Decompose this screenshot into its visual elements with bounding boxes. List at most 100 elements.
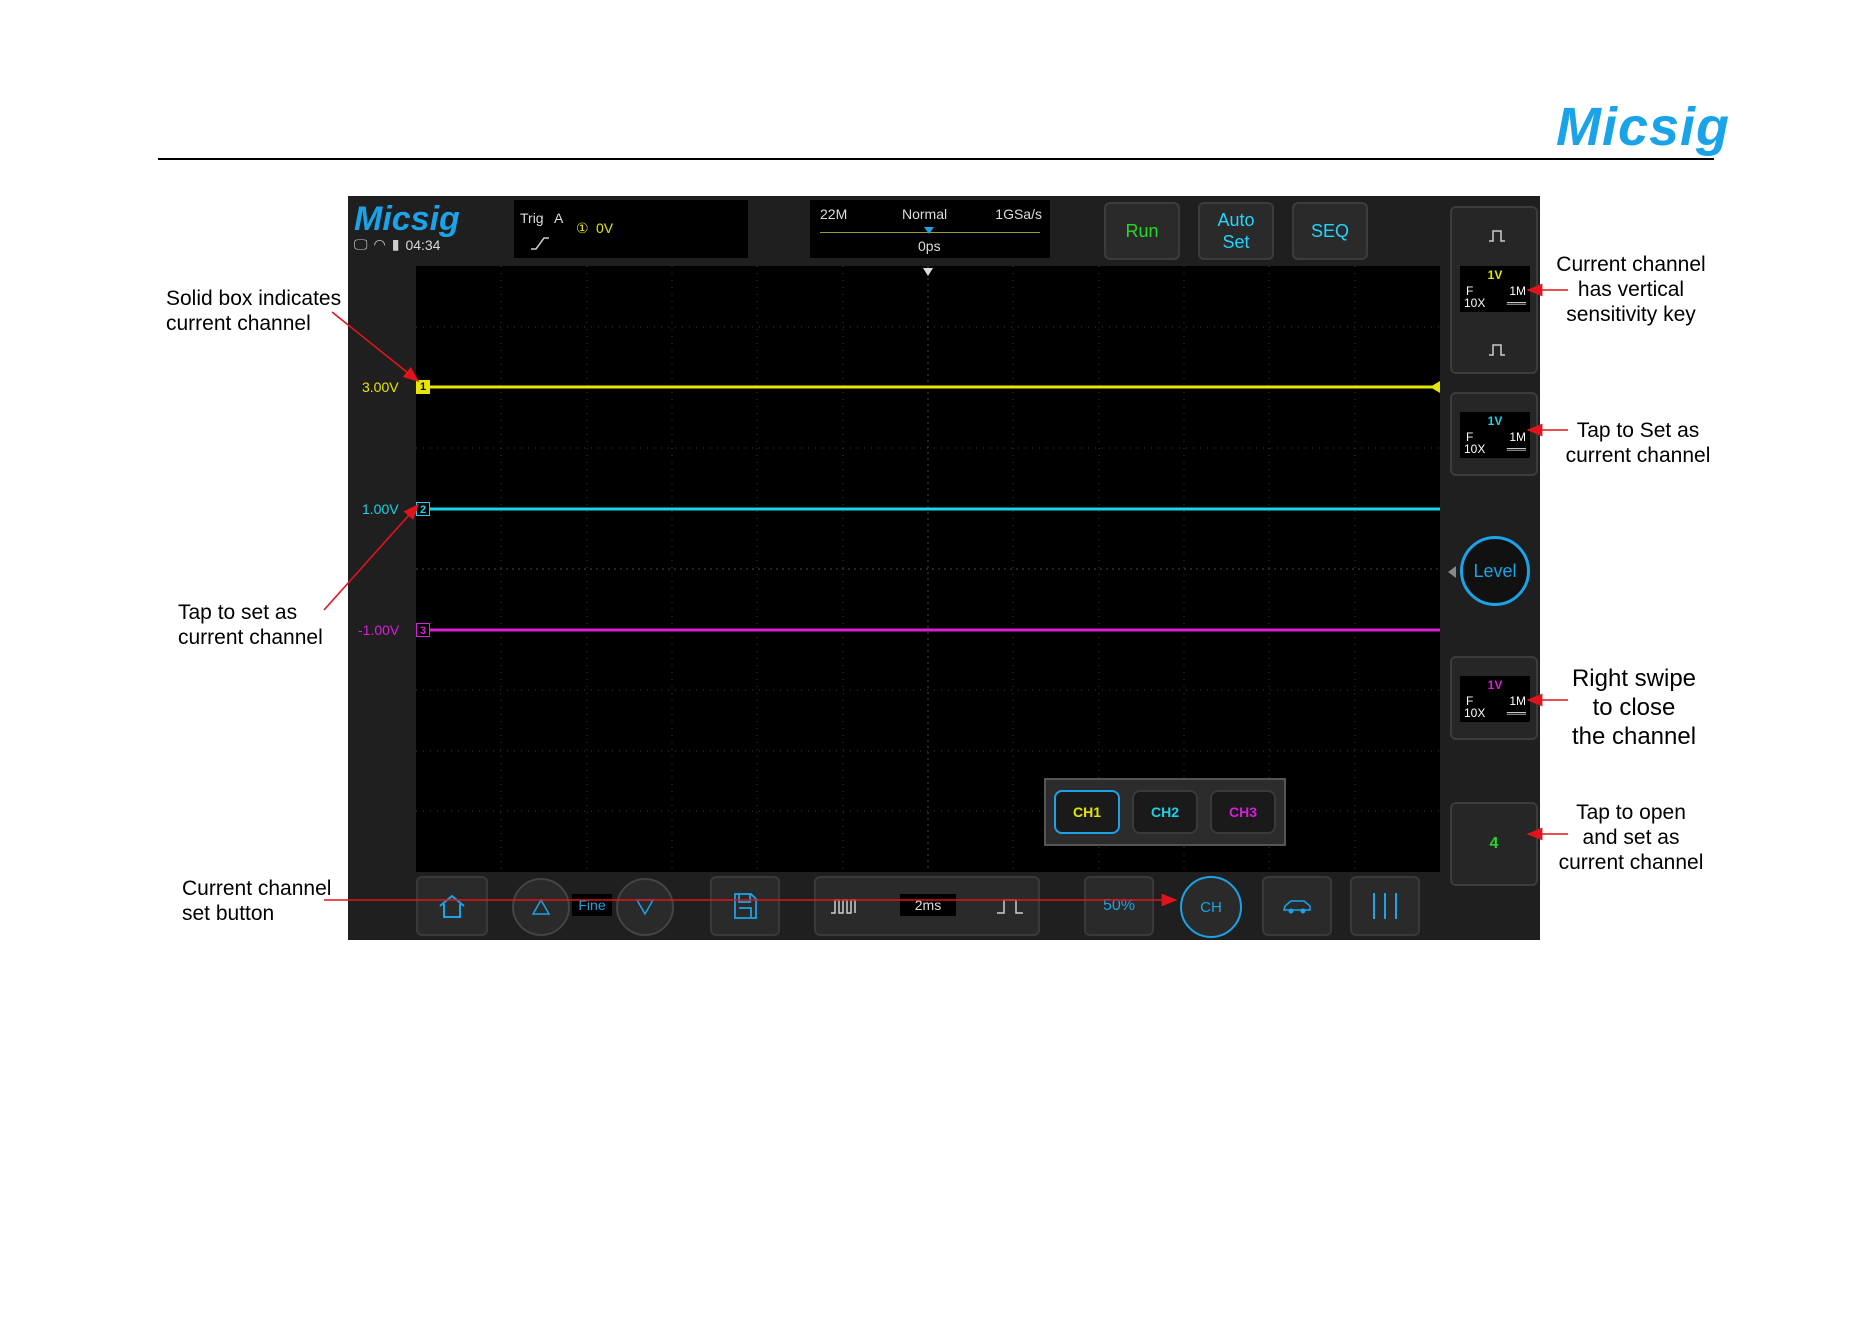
- ch3-offset-label: -1.00V: [358, 622, 400, 638]
- level-pointer-icon: [1448, 566, 1456, 578]
- ch2-sensitivity-key: 1V F 10X 1M ═══: [1460, 412, 1530, 458]
- level-button[interactable]: Level: [1460, 536, 1530, 606]
- annotation-tap-set-left-line2: current channel: [178, 626, 323, 649]
- ch3-probe: 10X: [1464, 706, 1486, 720]
- annotation-current-channel-button-line1: Current channel: [182, 877, 332, 900]
- annotation-solid-box-line2: current channel: [166, 312, 311, 335]
- memory-depth: 22M: [820, 206, 848, 222]
- ch1-probe: 10X: [1464, 296, 1486, 310]
- car-icon: [1283, 900, 1311, 914]
- ch1-offset-label: 3.00V: [362, 379, 399, 395]
- annotation-right-swipe-line2: to close: [1592, 694, 1676, 721]
- ch2-dc-icon: ═══: [1506, 444, 1526, 454]
- ch3-select-button[interactable]: CH3: [1210, 790, 1276, 834]
- cursor-button[interactable]: [1350, 876, 1420, 936]
- annotation-tap-open-line1: Tap to open: [1576, 801, 1686, 824]
- position-marker-icon: [924, 227, 934, 234]
- clock: 04:34: [405, 236, 441, 253]
- ch1-impedance: 1M: [1509, 284, 1526, 298]
- ch1-volts: 1V: [1487, 268, 1503, 282]
- ch3-vertical-key-button[interactable]: 1V F 10X 1M ═══: [1450, 656, 1538, 740]
- ch4-open-button[interactable]: 4: [1450, 802, 1538, 886]
- annotation-vertical-key: Current channel has vertical sensitivity…: [1546, 252, 1716, 327]
- annotation-right-swipe-line3: the channel: [1571, 723, 1697, 750]
- annotation-solid-box: Solid box indicates current channel: [166, 286, 341, 336]
- ch2-volts: 1V: [1487, 414, 1503, 428]
- trigger-panel[interactable]: Trig A ① 0V: [514, 200, 748, 258]
- seq-button[interactable]: SEQ: [1292, 202, 1368, 260]
- auto-set-button[interactable]: Auto Set: [1198, 202, 1274, 260]
- micsig-logo: Micsig: [1556, 97, 1731, 157]
- sample-rate: 1GSa/s: [995, 206, 1042, 222]
- annotation-tap-set-left: Tap to set as current channel: [178, 600, 323, 650]
- time-offset: 0ps: [918, 238, 941, 254]
- annotation-right-swipe: Right swipe to close the channel: [1560, 664, 1708, 751]
- wifi-icon: ◠: [373, 236, 386, 252]
- ch3-dc-icon: ═══: [1506, 708, 1526, 718]
- triangle-down-icon: [635, 899, 655, 916]
- status-bar: 🖵 ◠ ▮ 04:34: [354, 236, 440, 253]
- ch2-impedance: 1M: [1509, 430, 1526, 444]
- ch2-offset-label: 1.00V: [362, 501, 399, 517]
- ch3-marker-outline[interactable]: 3: [416, 623, 430, 637]
- auto-set-label-2: Set: [1222, 232, 1250, 252]
- waveform-grid[interactable]: [416, 266, 1440, 872]
- auto-set-label-1: Auto: [1217, 210, 1255, 230]
- ch1-dc-icon: ═══: [1506, 298, 1526, 308]
- trigger-label: Trig: [520, 210, 544, 226]
- annotation-vertical-key-line2: has vertical: [1577, 278, 1685, 301]
- trigger-channel-symbol: ①: [576, 220, 589, 236]
- scope-brand-logo: Micsig: [354, 200, 460, 238]
- annotation-tap-set-right-line2: current channel: [1565, 444, 1711, 467]
- ch2-vertical-key-button[interactable]: 1V F 10X 1M ═══: [1450, 392, 1538, 476]
- oscilloscope-screen: Micsig 🖵 ◠ ▮ 04:34 Trig A ① 0V 22M Norma…: [348, 196, 1540, 940]
- trigger-level: 0V: [596, 220, 614, 236]
- ch2-select-button[interactable]: CH2: [1132, 790, 1198, 834]
- channel-select-popup: CH1 CH2 CH3: [1044, 778, 1286, 846]
- save-icon: [734, 893, 757, 919]
- grid-lines: [416, 266, 1440, 872]
- pulse-down-icon: [1489, 344, 1505, 356]
- current-channel-set-button[interactable]: CH: [1180, 876, 1242, 938]
- annotation-tap-open: Tap to open and set as current channel: [1546, 800, 1716, 875]
- expand-waveform-icon[interactable]: [996, 898, 1024, 914]
- annotation-tap-set-left-line1: Tap to set as: [178, 601, 298, 624]
- trigger-source: A: [554, 210, 564, 226]
- triangle-up-icon: [531, 898, 551, 915]
- fine-toggle[interactable]: Fine: [572, 894, 612, 916]
- header-rule: [158, 158, 1714, 160]
- annotation-tap-open-line2: and set as: [1582, 826, 1680, 849]
- ch3-sensitivity-key: 1V F 10X 1M ═══: [1460, 676, 1530, 722]
- pulse-up-icon: [1489, 230, 1505, 242]
- cursor-lines-icon: [1373, 893, 1397, 919]
- home-button[interactable]: [416, 876, 488, 936]
- fifty-percent-button[interactable]: 50%: [1084, 876, 1154, 936]
- annotation-current-channel-button: Current channel set button: [182, 876, 331, 926]
- rising-edge-icon: [531, 237, 549, 250]
- monitor-icon: 🖵: [354, 236, 368, 252]
- ch1-marker-solid[interactable]: 1: [416, 380, 430, 394]
- save-button[interactable]: [710, 876, 780, 936]
- ch1-select-button[interactable]: CH1: [1054, 790, 1120, 834]
- acquire-mode: Normal: [902, 206, 948, 222]
- annotation-right-swipe-line1: Right swipe: [1571, 665, 1697, 692]
- ch2-marker-outline[interactable]: 2: [416, 502, 430, 516]
- ch1-sensitivity-key: 1V F 10X 1M ═══: [1460, 266, 1530, 312]
- annotation-current-channel-button-line2: set button: [182, 902, 275, 925]
- annotation-tap-open-line3: current channel: [1558, 851, 1704, 874]
- run-button[interactable]: Run: [1104, 202, 1180, 260]
- ch3-impedance: 1M: [1509, 694, 1526, 708]
- scale-down-button[interactable]: [616, 878, 674, 936]
- timebase-panel[interactable]: 22M Normal 1GSa/s 0ps: [810, 200, 1050, 258]
- annotation-vertical-key-line3: sensitivity key: [1566, 303, 1696, 326]
- auto-measure-button[interactable]: [1262, 876, 1332, 936]
- home-icon: [439, 894, 465, 918]
- annotation-tap-set-right-line1: Tap to Set as: [1576, 419, 1700, 442]
- annotation-vertical-key-line1: Current channel: [1556, 253, 1706, 276]
- scale-up-button[interactable]: [512, 878, 570, 936]
- compress-waveform-icon[interactable]: [830, 898, 858, 914]
- ch1-vertical-key-button[interactable]: 1V F 10X 1M ═══: [1450, 206, 1538, 374]
- ch2-probe: 10X: [1464, 442, 1486, 456]
- annotation-solid-box-line1: Solid box indicates: [166, 287, 342, 310]
- timescale-value[interactable]: 2ms: [900, 894, 956, 916]
